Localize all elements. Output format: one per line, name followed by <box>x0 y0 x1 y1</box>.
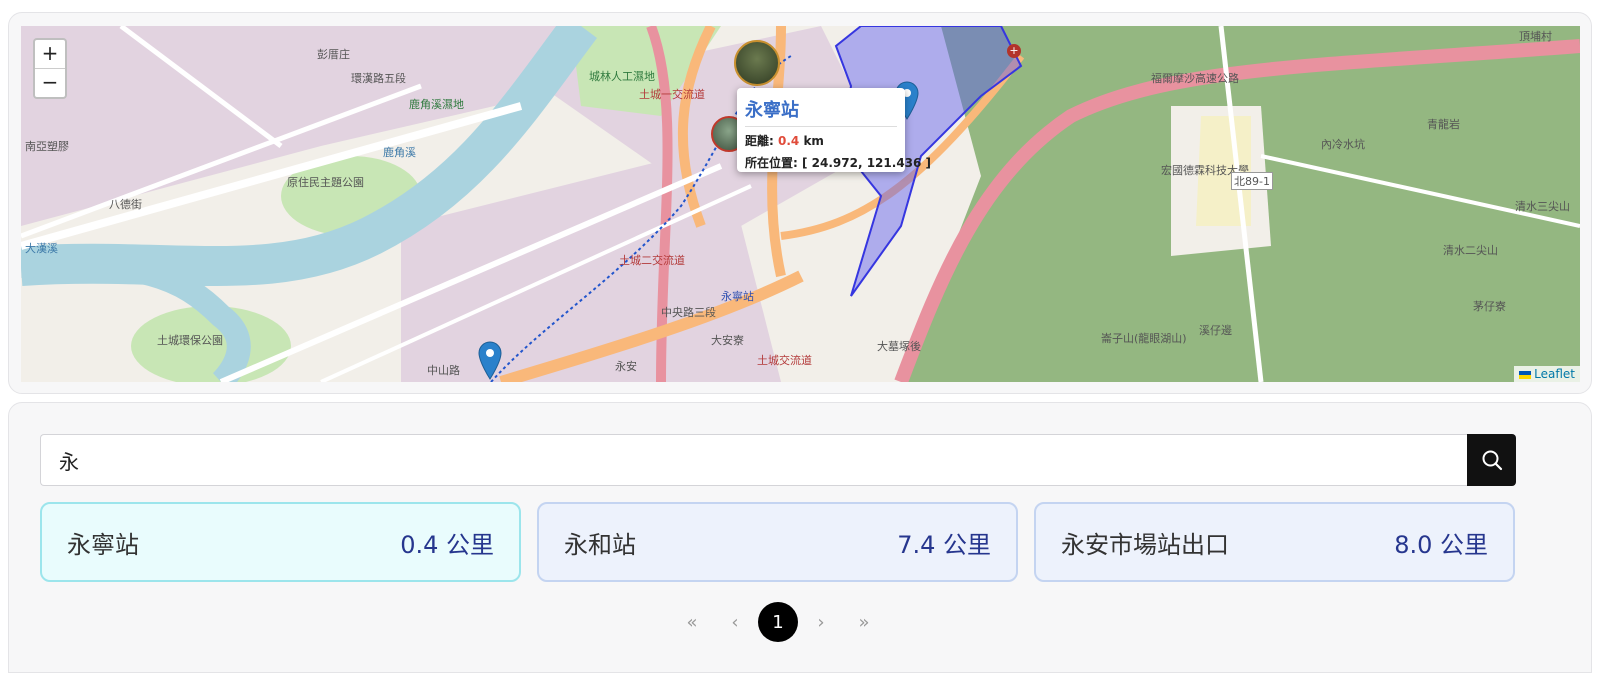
pagination-next-button[interactable]: › <box>801 602 841 642</box>
distance-value: 0.4 <box>778 134 800 148</box>
distance-unit: km <box>803 134 824 148</box>
pagination-page-1[interactable]: 1 <box>758 602 798 642</box>
search-icon <box>1482 450 1502 471</box>
search-input[interactable] <box>40 434 1468 486</box>
result-distance: 7.4 公里 <box>897 530 991 559</box>
result-distance: 0.4 公里 <box>400 530 494 559</box>
location-label: 所在位置: <box>745 156 798 170</box>
popup-title[interactable]: 永寧站 <box>745 96 897 127</box>
distance-label: 距離: <box>745 134 774 148</box>
search-button[interactable] <box>1467 434 1516 486</box>
pagination-first-button[interactable]: « <box>672 602 712 642</box>
map-attribution[interactable]: Leaflet <box>1514 366 1580 382</box>
map-labels: 南亞塑膠 大漢溪 八德街 環漢路五段 鹿角溪濕地 鹿角溪 城林人工濕地 土城一交… <box>25 30 1570 377</box>
result-card[interactable]: 永寧站 0.4 公里 <box>40 502 521 582</box>
result-card[interactable]: 永和站 7.4 公里 <box>537 502 1018 582</box>
popup-distance: 距離: 0.4 km <box>745 132 897 149</box>
station-popup: 永寧站 距離: 0.4 km 所在位置: [ 24.972, 121.436 ] <box>737 88 931 172</box>
pagination-prev-button[interactable]: ‹ <box>715 602 755 642</box>
result-name: 永和站 <box>564 530 636 559</box>
zoom-control: + − <box>33 38 67 99</box>
result-name: 永寧站 <box>67 530 139 559</box>
location-value: [ 24.972, 121.436 ] <box>802 156 932 170</box>
result-name: 永安市場站出口 <box>1061 530 1229 559</box>
ukraine-flag-icon <box>1519 370 1532 379</box>
pagination-last-button[interactable]: » <box>844 602 884 642</box>
popup-location: 所在位置: [ 24.972, 121.436 ] <box>745 154 931 171</box>
result-distance: 8.0 公里 <box>1394 530 1488 559</box>
zoom-out-button[interactable]: − <box>35 68 65 97</box>
result-card[interactable]: 永安市場站出口 8.0 公里 <box>1034 502 1515 582</box>
map[interactable]: + 南亞塑膠 大漢溪 八德街 環漢路五段 鹿角溪濕地 鹿角溪 城林人工濕地 土城… <box>21 26 1580 382</box>
leaflet-link[interactable]: Leaflet <box>1534 367 1575 381</box>
zoom-in-button[interactable]: + <box>35 40 65 68</box>
